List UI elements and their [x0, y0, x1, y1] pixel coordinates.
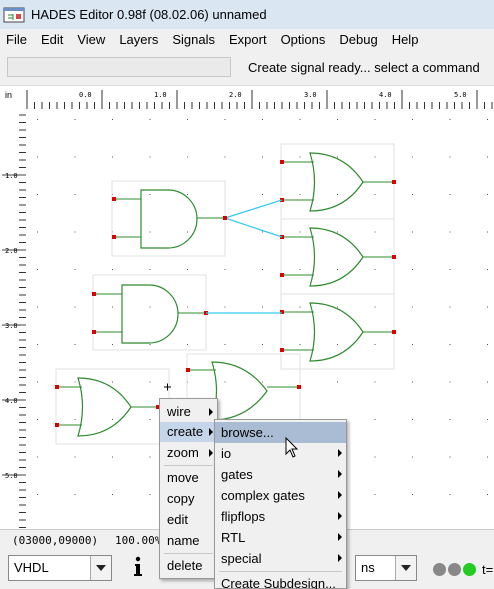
ruler-unit-label: in: [5, 90, 12, 100]
ctx-item-move[interactable]: move: [160, 468, 217, 488]
zoom-level: 100.00%: [115, 534, 162, 547]
ruler-label-0: 0.0: [79, 91, 92, 99]
crosshair-icon: [164, 383, 171, 391]
ctx-item-label: delete: [167, 558, 203, 573]
submenu-arrow-icon: [338, 533, 342, 541]
submenu-arrow-icon: [338, 554, 342, 562]
and-gate-2[interactable]: [92, 274, 208, 351]
ctx-item-create[interactable]: create: [160, 422, 217, 442]
language-value: VHDL: [14, 560, 49, 575]
ctx-item-zoom[interactable]: zoom: [160, 443, 217, 463]
time-unit-value: ns: [361, 560, 375, 575]
context-menu: wire create zoom move copy edit name del…: [159, 398, 218, 579]
vruler-label-3: 4.0: [5, 397, 18, 405]
ctx-item-label: edit: [167, 512, 188, 527]
create-submenu: browse... io gates complex gates flipflo…: [214, 419, 347, 589]
time-unit-select[interactable]: ns: [355, 555, 417, 581]
ctx-item-edit[interactable]: edit: [160, 510, 217, 530]
submenu-arrow-icon: [209, 408, 213, 416]
language-select[interactable]: VHDL: [8, 555, 112, 581]
ctx-item-label: copy: [167, 491, 195, 506]
status-bar: Create signal ready... select a command: [0, 51, 494, 85]
time-label: t=: [482, 562, 494, 577]
sub-item-create-subdesign[interactable]: Create Subdesign...: [215, 573, 346, 589]
sub-item-gates[interactable]: gates: [215, 464, 346, 485]
ruler-label-4: 4.0: [379, 91, 392, 99]
title-bar: HADES Editor 0.98f (08.02.06) unnamed: [0, 0, 494, 29]
ctx-item-label: create: [167, 424, 204, 439]
ctx-item-label: name: [167, 533, 200, 548]
chevron-down-icon[interactable]: [395, 556, 416, 580]
ctx-item-label: wire: [167, 404, 191, 419]
led-indicator-2: [448, 563, 461, 576]
command-input[interactable]: [7, 57, 231, 77]
ctx-item-wire[interactable]: wire: [160, 402, 217, 422]
menu-options[interactable]: Options: [274, 29, 333, 51]
or-gate-1[interactable]: [280, 143, 396, 220]
menu-file[interactable]: File: [0, 29, 34, 51]
vruler-label-2: 3.0: [5, 322, 18, 330]
cursor-coordinates: (03000,09000): [12, 534, 99, 547]
vruler-label-1: 2.0: [5, 247, 18, 255]
sub-item-label: complex gates: [221, 488, 305, 503]
submenu-arrow-icon: [338, 470, 342, 478]
info-icon[interactable]: [131, 556, 145, 578]
sub-item-label: browse...: [221, 425, 274, 440]
sub-item-label: gates: [221, 467, 253, 482]
led-indicator-3: [463, 563, 476, 576]
menu-view[interactable]: View: [70, 29, 112, 51]
ctx-item-label: zoom: [167, 445, 199, 460]
ctx-item-delete[interactable]: delete: [160, 556, 217, 576]
cursor-icon: [285, 437, 299, 458]
ctx-item-label: move: [167, 470, 199, 485]
menu-signals[interactable]: Signals: [165, 29, 222, 51]
submenu-arrow-icon: [338, 449, 342, 457]
sub-item-label: flipflops: [221, 509, 266, 524]
ruler-label-3: 3.0: [304, 91, 317, 99]
ruler-ticks: [26, 90, 493, 109]
led-indicator-1: [433, 563, 446, 576]
sub-item-complex-gates[interactable]: complex gates: [215, 485, 346, 506]
menu-separator: [164, 465, 213, 466]
vertical-ruler: 1.0 2.0 3.0 4.0 5.0: [0, 109, 27, 529]
menu-edit[interactable]: Edit: [34, 29, 70, 51]
menu-bar: File Edit View Layers Signals Export Opt…: [0, 29, 494, 51]
submenu-arrow-icon: [209, 428, 213, 436]
or-gate-4[interactable]: [55, 368, 170, 445]
menu-export[interactable]: Export: [222, 29, 274, 51]
window-title: HADES Editor 0.98f (08.02.06) unnamed: [31, 7, 267, 22]
menu-separator: [219, 571, 342, 572]
and-gate-1[interactable]: [111, 180, 227, 257]
or-gate-2[interactable]: [280, 218, 396, 295]
submenu-arrow-icon: [209, 449, 213, 457]
chevron-down-icon[interactable]: [90, 556, 111, 580]
vruler-label-4: 5.0: [5, 472, 18, 480]
app-icon: [3, 7, 25, 22]
submenu-arrow-icon: [338, 512, 342, 520]
ctx-item-copy[interactable]: copy: [160, 489, 217, 509]
horizontal-ruler: in 0.0 1.0 2.0 3.0 4.0 5.0: [0, 85, 494, 109]
menu-debug[interactable]: Debug: [332, 29, 384, 51]
menu-help[interactable]: Help: [385, 29, 426, 51]
sub-item-special[interactable]: special: [215, 548, 346, 569]
or-gate-3[interactable]: [280, 293, 396, 370]
ruler-label-5: 5.0: [454, 91, 467, 99]
sub-item-flipflops[interactable]: flipflops: [215, 506, 346, 527]
ruler-label-1: 1.0: [154, 91, 167, 99]
ctx-item-name[interactable]: name: [160, 531, 217, 551]
menu-layers[interactable]: Layers: [112, 29, 165, 51]
sub-item-browse[interactable]: browse...: [215, 422, 346, 443]
submenu-arrow-icon: [338, 491, 342, 499]
sub-item-label: Create Subdesign...: [221, 576, 336, 589]
wire-signal-1[interactable]: [223, 199, 283, 238]
menu-separator: [164, 553, 213, 554]
ruler-label-2: 2.0: [229, 91, 242, 99]
sub-item-label: RTL: [221, 530, 246, 545]
sub-item-rtl[interactable]: RTL: [215, 527, 346, 548]
vruler-label-0: 1.0: [5, 172, 18, 180]
status-message: Create signal ready... select a command: [248, 60, 480, 75]
sub-item-io[interactable]: io: [215, 443, 346, 464]
sub-item-label: special: [221, 551, 262, 566]
sub-item-label: io: [221, 446, 232, 461]
